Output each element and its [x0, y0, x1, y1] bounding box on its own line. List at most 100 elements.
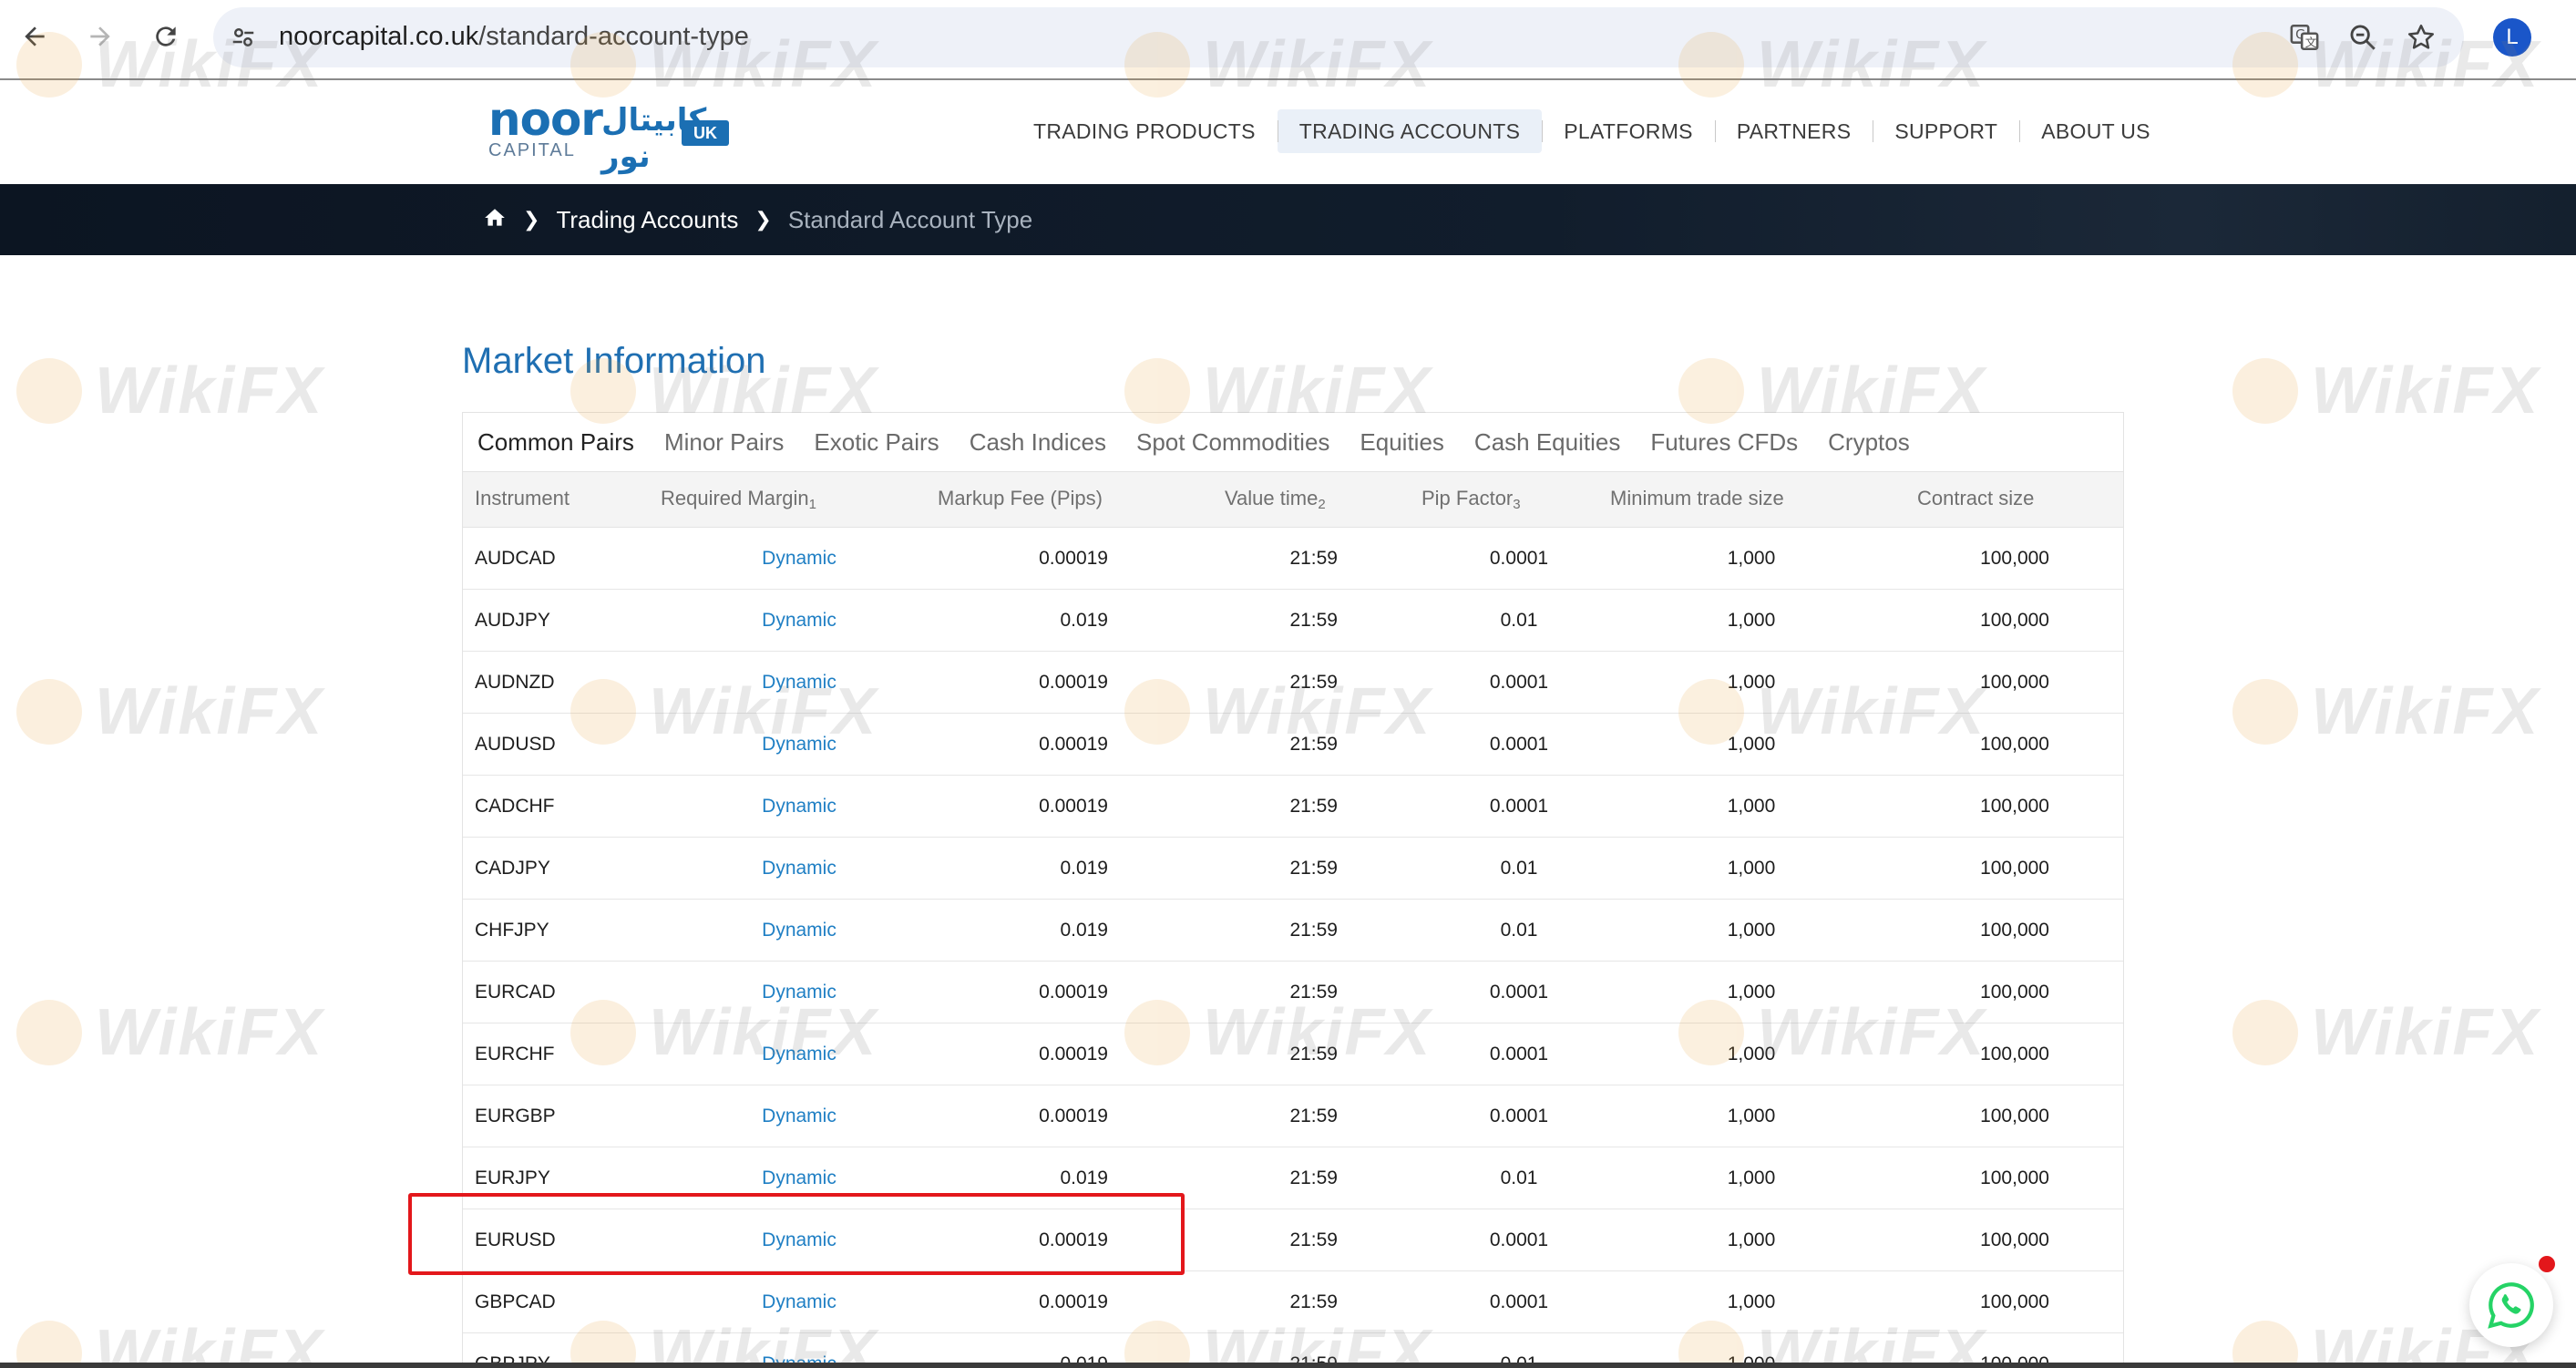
pip-factor-cell: 0.0001 — [1489, 796, 1549, 817]
contract-size-cell: 100,000 — [1980, 982, 2049, 1003]
reload-button[interactable] — [146, 16, 186, 57]
url-text[interactable]: noorcapital.co.uk/standard-account-type — [279, 18, 749, 55]
translate-button[interactable]: G文 — [2285, 18, 2324, 57]
nav-platforms[interactable]: PLATFORMS — [1542, 109, 1715, 153]
wikifx-logo-icon — [2232, 679, 2298, 745]
instrument-cell: CADJPY — [475, 858, 550, 879]
table-row: AUDNZD Dynamic 0.00019 21:59 0.0001 1,000 100,… — [463, 652, 2123, 714]
breadcrumb-bar: ❯ Trading Accounts ❯ Standard Account Ty… — [0, 184, 2576, 255]
zoom-button[interactable] — [2344, 18, 2382, 57]
footnote-2: 2 — [1318, 497, 1326, 512]
tab-spot-commodities[interactable]: Spot Commodities — [1136, 428, 1329, 457]
table-row: GBPCAD Dynamic 0.00019 21:59 0.0001 1,000 100,… — [463, 1271, 2123, 1333]
tab-common-pairs[interactable]: Common Pairs — [477, 428, 634, 457]
required-margin-link[interactable]: Dynamic — [751, 734, 847, 756]
wikifx-watermark: WikiFX — [16, 674, 323, 749]
instrument-cell: AUDJPY — [475, 610, 550, 631]
value-time-cell: 21:59 — [1289, 982, 1338, 1003]
tab-equities[interactable]: Equities — [1360, 428, 1444, 457]
contract-size-cell: 100,000 — [1980, 1229, 2049, 1250]
col-margin-label: Required Margin — [661, 487, 809, 509]
required-margin-link[interactable]: Dynamic — [751, 1291, 847, 1313]
watermark-text: WikiFX — [95, 1317, 324, 1368]
required-margin-link[interactable]: Dynamic — [751, 796, 847, 818]
watermark-text: WikiFX — [95, 355, 324, 427]
required-margin-link[interactable]: Dynamic — [751, 1044, 847, 1065]
footnote-1: 1 — [808, 497, 816, 512]
required-margin-link[interactable]: Dynamic — [751, 1106, 847, 1127]
breadcrumb-trading-accounts[interactable]: Trading Accounts — [556, 206, 738, 234]
bookmark-button[interactable] — [2402, 18, 2440, 57]
col-instrument: Instrument — [475, 487, 570, 510]
highlight-box — [408, 1193, 1185, 1275]
nav-partners[interactable]: PARTNERS — [1714, 109, 1873, 153]
browser-toolbar: noorcapital.co.uk/standard-account-type … — [0, 0, 2576, 80]
wikifx-logo-icon — [2232, 1321, 2298, 1368]
value-time-cell: 21:59 — [1289, 1229, 1338, 1250]
wikifx-watermark: WikiFX — [16, 1316, 323, 1368]
pip-factor-cell: 0.01 — [1500, 858, 1538, 879]
contract-size-cell: 100,000 — [1980, 1167, 2049, 1188]
contract-size-cell: 100,000 — [1980, 1106, 2049, 1126]
col-pip-label: Pip Factor — [1421, 487, 1514, 509]
tab-exotic-pairs[interactable]: Exotic Pairs — [814, 428, 939, 457]
main-navigation: TRADING PRODUCTS TRADING ACCOUNTS PLATFO… — [1011, 108, 2172, 155]
min-trade-size-cell: 1,000 — [1727, 1167, 1776, 1188]
col-value-time: Value time2 — [1225, 487, 1326, 512]
required-margin-link[interactable]: Dynamic — [751, 1167, 847, 1189]
arrow-left-icon — [25, 26, 45, 46]
contract-size-cell: 100,000 — [1980, 858, 2049, 879]
reload-icon — [156, 26, 176, 46]
markup-fee-cell: 0.00019 — [1039, 982, 1108, 1003]
pip-factor-cell: 0.01 — [1500, 920, 1538, 941]
site-header: noor CAPITAL كابيتال نور UK TRADING PROD… — [0, 82, 2576, 184]
required-margin-link[interactable]: Dynamic — [751, 982, 847, 1003]
table-row: AUDCAD Dynamic 0.00019 21:59 0.0001 1,000 100,… — [463, 528, 2123, 590]
forward-button[interactable] — [80, 16, 120, 57]
contract-size-cell: 100,000 — [1980, 1044, 2049, 1065]
whatsapp-chat-button[interactable] — [2469, 1263, 2553, 1347]
tab-futures-cfds[interactable]: Futures CFDs — [1650, 428, 1798, 457]
wikifx-watermark: WikiFX — [2232, 674, 2540, 749]
value-time-cell: 21:59 — [1289, 858, 1338, 879]
tab-cash-indices[interactable]: Cash Indices — [970, 428, 1106, 457]
required-margin-link[interactable]: Dynamic — [751, 920, 847, 941]
pip-factor-cell: 0.0001 — [1489, 1106, 1549, 1126]
tab-cash-equities[interactable]: Cash Equities — [1474, 428, 1620, 457]
min-trade-size-cell: 1,000 — [1727, 1229, 1776, 1250]
value-time-cell: 21:59 — [1289, 1167, 1338, 1188]
home-link[interactable] — [483, 206, 507, 234]
tab-cryptos[interactable]: Cryptos — [1828, 428, 1910, 457]
nav-trading-products[interactable]: TRADING PRODUCTS — [1011, 109, 1278, 153]
required-margin-link[interactable]: Dynamic — [751, 610, 847, 632]
chevron-right-icon: ❯ — [754, 208, 772, 231]
site-info-button[interactable] — [224, 18, 262, 57]
markup-fee-cell: 0.00019 — [1039, 734, 1108, 755]
back-button[interactable] — [15, 16, 55, 57]
required-margin-link[interactable]: Dynamic — [751, 548, 847, 570]
required-margin-link[interactable]: Dynamic — [751, 672, 847, 694]
min-trade-size-cell: 1,000 — [1727, 672, 1776, 693]
pip-factor-cell: 0.01 — [1500, 1167, 1538, 1188]
nav-trading-accounts[interactable]: TRADING ACCOUNTS — [1277, 109, 1543, 153]
nav-about-us[interactable]: ABOUT US — [2019, 109, 2172, 153]
min-trade-size-cell: 1,000 — [1727, 734, 1776, 755]
pip-factor-cell: 0.0001 — [1489, 1229, 1549, 1250]
nav-support[interactable]: SUPPORT — [1873, 109, 2019, 153]
profile-avatar[interactable]: L — [2493, 18, 2531, 57]
noor-capital-logo[interactable]: noor CAPITAL كابيتال نور UK — [485, 93, 740, 175]
value-time-cell: 21:59 — [1289, 548, 1338, 569]
section-title: Market Information — [462, 341, 766, 381]
markup-fee-cell: 0.019 — [1060, 920, 1108, 941]
table-row: AUDUSD Dynamic 0.00019 21:59 0.0001 1,000 100,… — [463, 714, 2123, 776]
table-header: Instrument Required Margin1 Markup Fee (… — [463, 471, 2123, 528]
pip-factor-cell: 0.0001 — [1489, 1044, 1549, 1065]
value-time-cell: 21:59 — [1289, 734, 1338, 755]
required-margin-link[interactable]: Dynamic — [751, 858, 847, 879]
instrument-cell: AUDUSD — [475, 734, 556, 755]
markup-fee-cell: 0.019 — [1060, 610, 1108, 631]
min-trade-size-cell: 1,000 — [1727, 858, 1776, 879]
table-row: EURCAD Dynamic 0.00019 21:59 0.0001 1,000 100,… — [463, 962, 2123, 1023]
tab-minor-pairs[interactable]: Minor Pairs — [664, 428, 784, 457]
col-time-label: Value time — [1225, 487, 1319, 509]
